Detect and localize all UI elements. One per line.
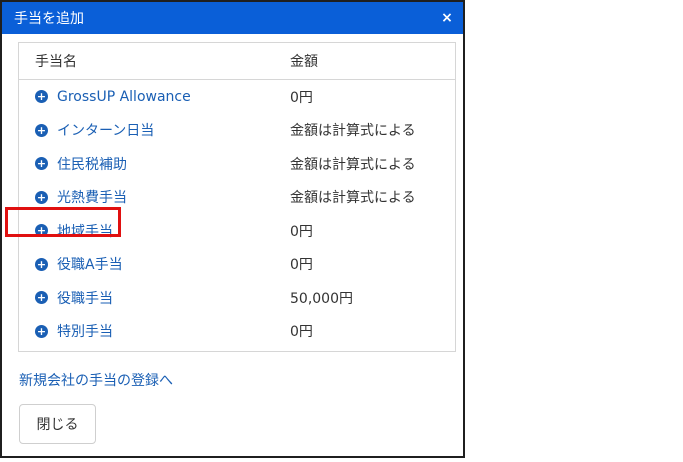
allowance-amount: 50,000円	[290, 290, 353, 307]
allowance-name[interactable]: 住民税補助	[57, 154, 127, 174]
register-allowance-link[interactable]: 新規会社の手当の登録へ	[19, 370, 173, 390]
allowance-name[interactable]: 役職A手当	[57, 254, 123, 274]
allowance-name[interactable]: インターン日当	[57, 120, 154, 140]
plus-circle-icon: +	[35, 190, 48, 204]
plus-circle-icon: +	[35, 90, 48, 104]
plus-circle-icon: +	[35, 224, 48, 238]
allowance-amount: 0円	[290, 223, 313, 240]
allowance-name[interactable]: 役職手当	[57, 288, 113, 308]
allowance-amount: 金額は計算式による	[290, 190, 416, 207]
allowance-add-link[interactable]: + 光熱費手当	[19, 187, 273, 207]
allowance-name[interactable]: GrossUP Allowance	[57, 89, 191, 105]
table-row: + 地域手当 0円	[19, 214, 455, 248]
close-icon[interactable]: ×	[439, 10, 455, 26]
allowance-name[interactable]: 地域手当	[57, 221, 113, 241]
table-header: 手当名 金額	[19, 43, 455, 80]
table-row: + 役職手当 50,000円	[19, 281, 455, 315]
dialog-titlebar: 手当を追加 ×	[2, 2, 463, 34]
allowance-add-link[interactable]: + インターン日当	[19, 120, 273, 140]
allowance-name[interactable]: 特別手当	[57, 321, 113, 341]
allowance-add-link[interactable]: + 地域手当	[19, 221, 273, 241]
table-row: + インターン日当 金額は計算式による	[19, 114, 455, 148]
plus-circle-icon: +	[35, 123, 48, 137]
allowance-amount: 0円	[290, 257, 313, 274]
allowance-amount: 金額は計算式による	[290, 156, 416, 173]
plus-circle-icon: +	[35, 291, 48, 305]
header-allowance-name: 手当名	[35, 54, 77, 70]
allowance-name[interactable]: 光熱費手当	[57, 187, 127, 207]
table-row: + 光熱費手当 金額は計算式による	[19, 181, 455, 215]
table-row: + GrossUP Allowance 0円	[19, 80, 455, 114]
allowance-add-link[interactable]: + 役職A手当	[19, 254, 273, 274]
close-button[interactable]: 閉じる	[19, 404, 96, 444]
allowance-add-link[interactable]: + 特別手当	[19, 321, 273, 341]
header-amount: 金額	[290, 54, 318, 70]
plus-circle-icon: +	[35, 257, 48, 271]
plus-circle-icon: +	[35, 157, 48, 171]
allowance-table: 手当名 金額 + GrossUP Allowance 0円 + インターン日当 …	[18, 42, 456, 352]
table-row: + 特別手当 0円	[19, 315, 455, 349]
add-allowance-dialog: 手当を追加 × 手当名 金額 + GrossUP Allowance 0円 + …	[0, 0, 465, 458]
allowance-add-link[interactable]: + 住民税補助	[19, 154, 273, 174]
allowance-amount: 金額は計算式による	[290, 123, 416, 140]
table-row: + 役職A手当 0円	[19, 248, 455, 282]
allowance-amount: 0円	[290, 324, 313, 341]
allowance-amount: 0円	[290, 89, 313, 106]
table-row: + 住民税補助 金額は計算式による	[19, 147, 455, 181]
allowance-add-link[interactable]: + GrossUP Allowance	[19, 89, 273, 105]
dialog-title: 手当を追加	[14, 11, 84, 27]
allowance-add-link[interactable]: + 役職手当	[19, 288, 273, 308]
plus-circle-icon: +	[35, 324, 48, 338]
